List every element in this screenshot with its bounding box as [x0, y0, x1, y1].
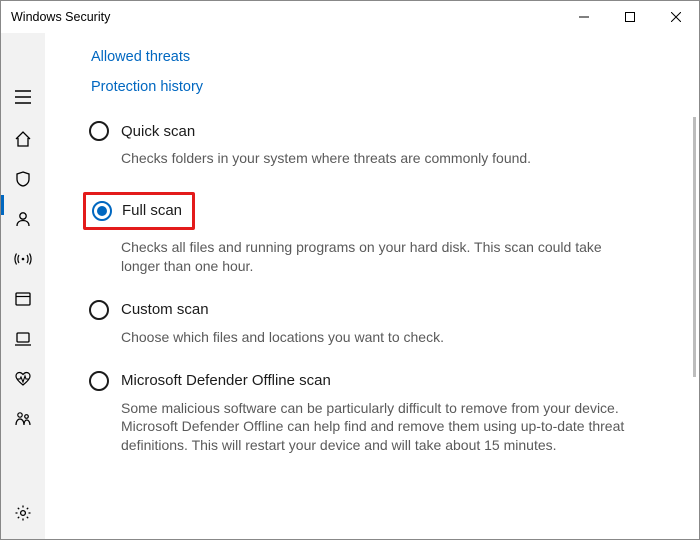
nav-active-indicator: [1, 195, 4, 215]
health-icon[interactable]: [1, 359, 45, 399]
radio-offline-scan[interactable]: [89, 371, 109, 391]
account-icon[interactable]: [1, 199, 45, 239]
radio-quick-scan[interactable]: [89, 121, 109, 141]
link-protection-history[interactable]: Protection history: [91, 79, 675, 95]
option-desc: Some malicious software can be particula…: [121, 399, 627, 456]
radio-full-scan[interactable]: [92, 201, 112, 221]
option-quick-scan[interactable]: Quick scan Checks folders in your system…: [89, 121, 627, 168]
option-title: Quick scan: [121, 123, 195, 140]
radio-custom-scan[interactable]: [89, 300, 109, 320]
highlight-full-scan: Full scan: [83, 192, 195, 230]
option-title: Custom scan: [121, 301, 209, 318]
option-desc: Checks all files and running programs on…: [121, 238, 627, 276]
option-custom-scan[interactable]: Custom scan Choose which files and locat…: [89, 300, 627, 347]
link-allowed-threats[interactable]: Allowed threats: [91, 49, 675, 65]
home-icon[interactable]: [1, 119, 45, 159]
window-title: Windows Security: [11, 10, 110, 24]
maximize-button[interactable]: [607, 1, 653, 33]
option-desc: Checks folders in your system where thre…: [121, 149, 627, 168]
minimize-button[interactable]: [561, 1, 607, 33]
device-icon[interactable]: [1, 319, 45, 359]
wifi-icon[interactable]: [1, 239, 45, 279]
close-button[interactable]: [653, 1, 699, 33]
family-icon[interactable]: [1, 399, 45, 439]
option-desc: Choose which files and locations you wan…: [121, 328, 627, 347]
nav-rail: [1, 33, 45, 539]
hamburger-icon[interactable]: [1, 75, 45, 119]
option-title: Full scan: [122, 202, 182, 219]
option-full-scan[interactable]: Full scan Checks all files and running p…: [89, 192, 627, 276]
option-offline-scan[interactable]: Microsoft Defender Offline scan Some mal…: [89, 371, 627, 456]
titlebar: Windows Security: [1, 1, 699, 33]
option-title: Microsoft Defender Offline scan: [121, 372, 331, 389]
app-browser-icon[interactable]: [1, 279, 45, 319]
scrollbar[interactable]: [693, 117, 696, 377]
settings-icon[interactable]: [1, 493, 45, 533]
shield-icon[interactable]: [1, 159, 45, 199]
content-area: Allowed threats Protection history Quick…: [45, 33, 699, 539]
